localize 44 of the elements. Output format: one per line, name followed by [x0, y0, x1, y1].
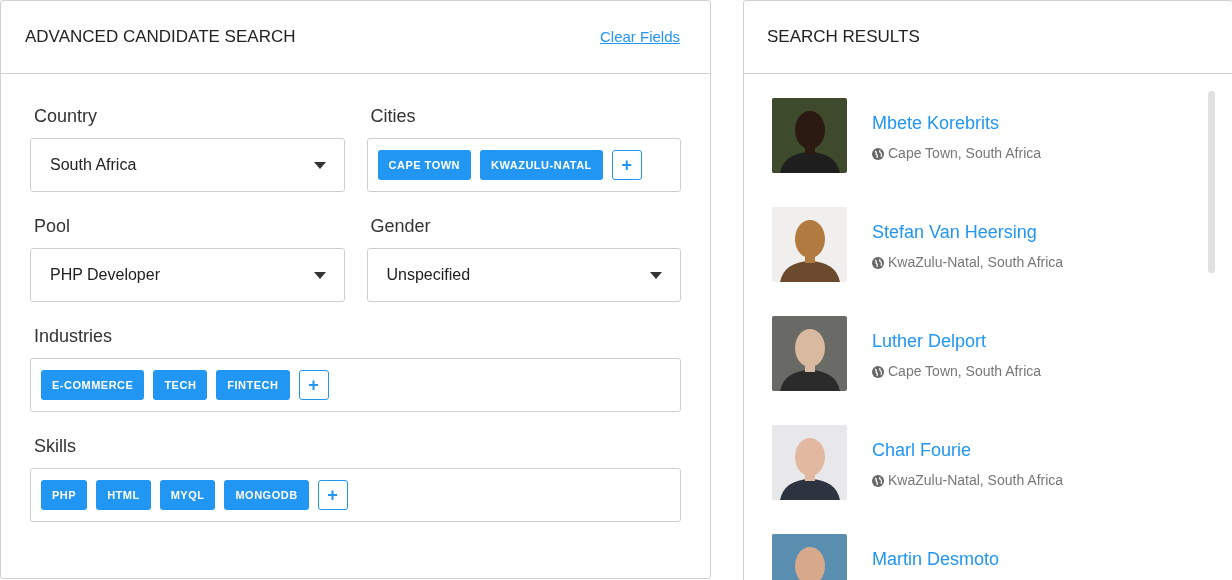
candidate-location: KwaZulu-Natal, South Africa — [888, 471, 1064, 490]
field-label: Cities — [369, 105, 417, 128]
tag[interactable]: FINTECH — [216, 370, 290, 400]
add-button[interactable]: + — [298, 370, 329, 400]
field-label: Pool — [33, 215, 72, 238]
dropdown[interactable]: South Africa — [30, 138, 345, 192]
field-label: Country — [33, 105, 99, 128]
field-label: Gender — [369, 215, 432, 238]
add-button[interactable]: + — [317, 480, 348, 510]
tag[interactable]: PHP — [41, 480, 88, 510]
tag[interactable]: MONGODB — [224, 480, 309, 510]
caret-icon — [650, 271, 662, 279]
candidate-location: Cape Town, South Africa — [888, 362, 1042, 381]
globe-icon — [872, 256, 884, 269]
candidate-location: Cape Town, South Africa — [888, 144, 1042, 163]
tag-field[interactable]: PHP HTML MYQL MONGODB + — [30, 468, 681, 522]
candidate-name-link[interactable]: Luther Delport — [872, 328, 1042, 355]
clear-fields-link[interactable]: Clear Fields — [599, 25, 686, 49]
candidate-name-link[interactable]: Mbete Korebrits — [872, 110, 1042, 137]
field-label: Industries — [33, 325, 114, 348]
dropdown[interactable]: PHP Developer — [30, 248, 345, 302]
globe-icon — [872, 147, 884, 160]
tag[interactable]: E-COMMERCE — [41, 370, 145, 400]
globe-icon — [872, 365, 884, 378]
tag[interactable]: CAPE TOWN — [377, 150, 472, 180]
candidate-name-link[interactable]: Martin Desmoto — [872, 546, 1000, 573]
globe-icon — [872, 474, 884, 487]
tag[interactable]: HTML — [96, 480, 151, 510]
tag[interactable]: TECH — [153, 370, 208, 400]
scrollbar[interactable] — [1208, 91, 1215, 273]
add-button[interactable]: + — [611, 150, 642, 180]
tag-field[interactable]: CAPE TOWN KWAZULU-NATAL + — [366, 138, 681, 192]
panel-title: ADVANCED CANDIDATE SEARCH — [25, 26, 296, 49]
candidate-location: KwaZulu-Natal, South Africa — [888, 253, 1064, 272]
candidate-name-link[interactable]: Charl Fourie — [872, 437, 1064, 464]
tag[interactable]: KWAZULU-NATAL — [480, 150, 603, 180]
field-label: Skills — [33, 435, 77, 458]
caret-icon — [313, 271, 326, 279]
candidate-name-link[interactable]: Stefan Van Heersing — [872, 219, 1064, 246]
tag[interactable]: MYQL — [159, 480, 216, 510]
tag-field[interactable]: E-COMMERCE TECH FINTECH + — [30, 358, 681, 412]
dropdown[interactable]: Unspecified — [366, 248, 681, 302]
panel-title: SEARCH RESULTS — [767, 26, 920, 49]
caret-icon — [313, 161, 326, 169]
